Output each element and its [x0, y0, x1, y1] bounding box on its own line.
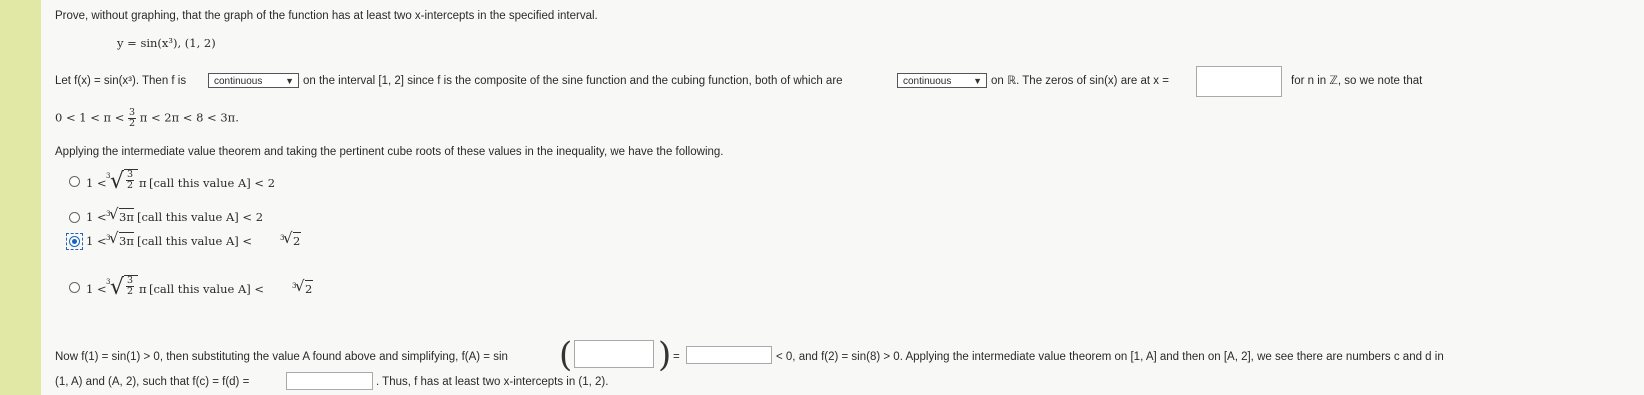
close-paren: )	[658, 335, 672, 375]
option-4-den: 2	[127, 286, 134, 297]
option-2-label: [call this value A] < 2	[137, 210, 264, 224]
option-2-radicand: 3π	[119, 210, 134, 224]
chevron-down-icon: ▼	[973, 76, 982, 86]
left-sidebar-strip	[0, 0, 42, 395]
option-3-radio[interactable]	[69, 236, 80, 247]
option-3-tail-radicand: 2	[293, 234, 301, 248]
option-2-radio[interactable]	[69, 212, 80, 223]
zeros-text: on ℝ. The zeros of sin(x) are at x =	[991, 75, 1169, 87]
function-definition: y = sin(x³), (1, 2)	[117, 36, 216, 50]
let-f-text: Let f(x) = sin(x³). Then f is	[55, 75, 187, 87]
option-4-fraction: 3 2	[126, 276, 135, 297]
radical-sign-icon: √	[110, 169, 125, 194]
option-4-radio[interactable]	[69, 282, 80, 293]
equals-sign: =	[673, 351, 680, 363]
fc-fd-text: (1, A) and (A, 2), such that f(c) = f(d)…	[55, 376, 250, 388]
option-3-label: [call this value A] <	[137, 234, 253, 248]
question-frame: Prove, without graphing, that the graph …	[0, 0, 1644, 395]
fc-fd-input[interactable]	[286, 372, 373, 390]
radical-sign-icon: √	[109, 229, 119, 247]
for-n-text: for n in ℤ, so we note that	[1291, 75, 1423, 87]
option-2-prefix: 1 <	[86, 210, 107, 224]
option-3-prefix: 1 <	[86, 234, 107, 248]
f2-ivt-text: < 0, and f(2) = sin(8) > 0. Applying the…	[776, 351, 1444, 363]
open-paren: (	[559, 335, 573, 375]
interval-composite-text: on the interval [1, 2] since f is the co…	[303, 75, 843, 87]
radical-sign-icon: √	[295, 277, 305, 295]
question-content: Prove, without graphing, that the graph …	[41, 0, 1644, 395]
zeros-answer-input[interactable]	[1196, 66, 1282, 97]
radical-sign-icon: √	[283, 229, 293, 247]
inequality-line: 0 < 1 < π < 3 2 π < 2π < 8 < 3π.	[55, 108, 239, 129]
option-1-radio[interactable]	[69, 176, 80, 187]
option-4-tail-radicand: 2	[305, 282, 313, 296]
option-3-radicand: 3π	[119, 234, 134, 248]
option-4-prefix: 1 <	[86, 282, 107, 296]
option-4-pi: π	[139, 282, 147, 296]
option-1-label: [call this value A] < 2	[149, 176, 276, 190]
option-1-prefix: 1 <	[86, 176, 107, 190]
option-1-den: 2	[127, 180, 134, 191]
three-halves-fraction: 3 2	[128, 108, 137, 129]
continuity-dropdown-1[interactable]: continuous ▼	[208, 73, 299, 88]
fraction-denominator: 2	[129, 118, 136, 129]
thus-text: . Thus, f has at least two x-intercepts …	[376, 376, 609, 388]
option-1-pi: π	[139, 176, 147, 190]
option-4-label: [call this value A] <	[149, 282, 265, 296]
inequality-rest: π < 2π < 8 < 3π.	[139, 110, 239, 125]
sin-argument-input[interactable]	[574, 340, 654, 368]
chevron-down-icon: ▼	[285, 76, 294, 86]
ivt-intro-text: Applying the intermediate value theorem …	[55, 146, 724, 158]
continuity-dropdown-2[interactable]: continuous ▼	[897, 73, 987, 88]
inequality-start: 0 < 1 < π <	[55, 110, 125, 125]
problem-instruction: Prove, without graphing, that the graph …	[55, 10, 598, 22]
sin-value-input[interactable]	[686, 346, 772, 364]
radical-sign-icon: √	[110, 275, 125, 300]
now-f1-text: Now f(1) = sin(1) > 0, then substituting…	[55, 351, 508, 363]
option-1-fraction: 3 2	[126, 170, 135, 191]
dropdown-1-value: continuous	[214, 76, 263, 87]
radical-sign-icon: √	[109, 205, 119, 223]
dropdown-2-value: continuous	[903, 76, 952, 87]
